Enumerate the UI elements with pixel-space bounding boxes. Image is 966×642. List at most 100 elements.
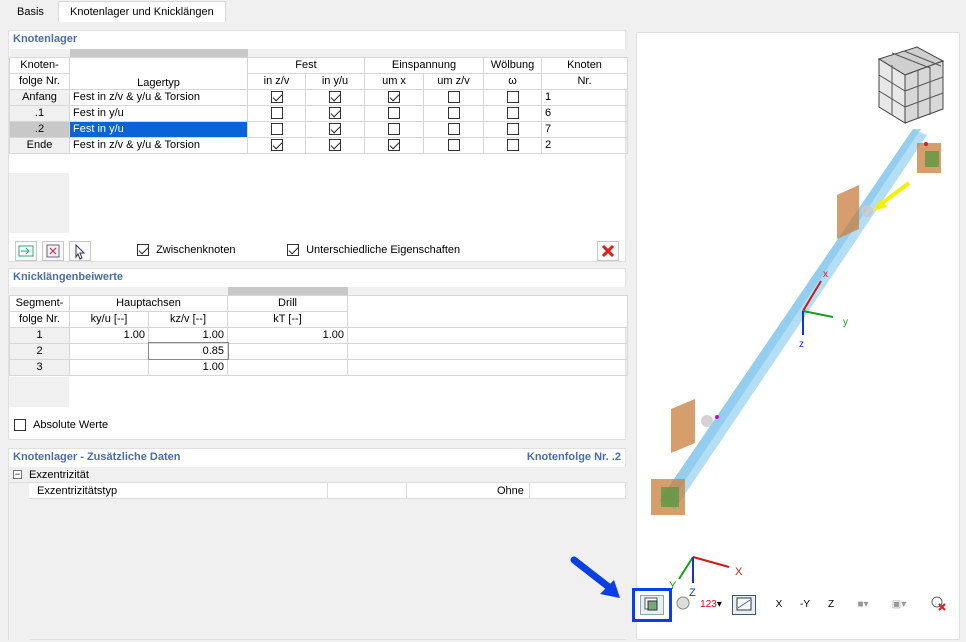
kz-cell[interactable]: 0.85	[147, 342, 229, 360]
ky-cell[interactable]	[69, 342, 149, 360]
ex-cell[interactable]	[364, 88, 424, 106]
zwischenknoten-label: Zwischenknoten	[156, 244, 236, 256]
3d-viewer[interactable]: x y z X Y Z	[636, 32, 960, 640]
header-einspannung: Einspannung	[364, 56, 484, 74]
lagertyp-cell[interactable]: Fest in y/u	[69, 120, 248, 138]
w-cell[interactable]	[483, 136, 542, 154]
ky-cell[interactable]	[69, 358, 149, 376]
ex-checkbox[interactable]	[388, 123, 400, 136]
reset-view-button[interactable]	[928, 595, 950, 615]
w-cell[interactable]	[483, 88, 542, 106]
kt-cell[interactable]: 1.00	[227, 326, 348, 344]
pick-node-button[interactable]	[69, 241, 91, 261]
knotenlager-row[interactable]: Anfang Fest in z/v & y/u & Torsion 1	[9, 88, 628, 106]
w-cell[interactable]	[483, 120, 542, 138]
w-cell[interactable]	[483, 104, 542, 122]
display-options-button[interactable]	[640, 595, 664, 615]
ex-checkbox[interactable]	[388, 139, 400, 152]
w-checkbox[interactable]	[506, 91, 519, 104]
lagertyp-cell[interactable]: Fest in z/v & y/u & Torsion	[69, 136, 248, 154]
ez-checkbox[interactable]	[447, 91, 460, 104]
fz-cell[interactable]	[247, 104, 306, 122]
kt-cell[interactable]	[227, 342, 348, 360]
view-z-button[interactable]: Z	[820, 595, 842, 615]
fy-checkbox[interactable]	[329, 91, 341, 104]
w-checkbox[interactable]	[506, 139, 519, 152]
fy-checkbox[interactable]	[329, 107, 341, 120]
knotenlager-row[interactable]: .1 Fest in y/u 6	[9, 104, 628, 122]
view-y-button[interactable]: -Y	[794, 595, 816, 615]
knoten-nr-cell[interactable]: 1	[541, 88, 628, 106]
fz-checkbox[interactable]	[270, 91, 283, 104]
header-woelb: ω	[483, 72, 542, 90]
fz-checkbox[interactable]	[270, 107, 283, 120]
fy-cell[interactable]	[305, 104, 365, 122]
tab-knotenlager[interactable]: Knotenlager und Knicklängen	[58, 1, 226, 23]
absolute-werte-checkbox[interactable]: Absolute Werte	[14, 419, 108, 432]
fy-checkbox[interactable]	[329, 123, 341, 136]
numbering-button[interactable]: 123▾	[696, 595, 726, 615]
ez-cell[interactable]	[423, 120, 484, 138]
numbering-label: 123	[700, 599, 717, 610]
delete-all-button[interactable]	[597, 241, 619, 261]
exzentrizitaetstyp-value[interactable]: Ohne	[497, 485, 524, 497]
fz-checkbox[interactable]	[270, 123, 283, 136]
knick-row[interactable]: 2 0.85	[9, 342, 628, 360]
knick-row[interactable]: 1 1.00 1.00 1.00	[9, 326, 628, 344]
ex-cell[interactable]	[364, 104, 424, 122]
knotenlager-row[interactable]: Ende Fest in z/v & y/u & Torsion 2	[9, 136, 628, 154]
exzentrizitaet-group[interactable]: − Exzentrizität	[9, 467, 627, 483]
header-knoten: Knoten	[541, 56, 628, 74]
ez-cell[interactable]	[423, 104, 484, 122]
fy-cell[interactable]	[305, 136, 365, 154]
knoten-nr-cell[interactable]: 6	[541, 104, 628, 122]
knotenlager-row[interactable]: .2 Fest in y/u 7	[9, 120, 628, 138]
ez-checkbox[interactable]	[447, 139, 460, 152]
fy-cell[interactable]	[305, 120, 365, 138]
kt-cell[interactable]	[227, 358, 348, 376]
zwischenknoten-check[interactable]	[137, 244, 149, 257]
ex-checkbox[interactable]	[388, 91, 400, 104]
fy-cell[interactable]	[305, 88, 365, 106]
collapse-icon[interactable]: −	[13, 470, 22, 479]
ex-checkbox[interactable]	[388, 107, 400, 120]
iso-view-button[interactable]: ■▾	[848, 595, 878, 615]
w-checkbox[interactable]	[506, 107, 519, 120]
knick-row[interactable]: 3 1.00	[9, 358, 628, 376]
insert-node-button[interactable]	[15, 241, 37, 261]
lagertyp-cell[interactable]: Fest in y/u	[69, 104, 248, 122]
knoten-nr-cell[interactable]: 2	[541, 136, 628, 154]
model-view[interactable]: x y z X Y Z	[637, 33, 959, 639]
kz-cell[interactable]: 1.00	[148, 358, 228, 376]
fy-checkbox[interactable]	[329, 139, 341, 152]
ex-cell[interactable]	[364, 120, 424, 138]
ez-cell[interactable]	[423, 136, 484, 154]
view-cube-icon[interactable]	[877, 46, 945, 124]
fz-cell[interactable]	[247, 136, 306, 154]
delete-node-button[interactable]	[42, 241, 64, 261]
content-area: Knotenlager Knoten- Lagertyp Fest Einspa…	[0, 22, 966, 641]
w-checkbox[interactable]	[506, 123, 519, 136]
view-toggle-button[interactable]	[732, 595, 756, 615]
fz-cell[interactable]	[247, 88, 306, 106]
unterschiedliche-checkbox[interactable]: Unterschiedliche Eigenschaften	[287, 244, 460, 257]
fz-checkbox[interactable]	[270, 139, 283, 152]
ez-cell[interactable]	[423, 88, 484, 106]
view-x-button[interactable]: X	[768, 595, 790, 615]
ex-cell[interactable]	[364, 136, 424, 154]
absolute-werte-check[interactable]	[14, 419, 26, 432]
ez-checkbox[interactable]	[447, 123, 460, 136]
ez-checkbox[interactable]	[447, 107, 460, 120]
info-button[interactable]	[674, 595, 692, 615]
tab-basis[interactable]: Basis	[6, 2, 55, 22]
zwischenknoten-checkbox[interactable]: Zwischenknoten	[137, 244, 236, 257]
ky-cell[interactable]: 1.00	[69, 326, 149, 344]
support-bottom-icon	[651, 479, 685, 515]
knoten-nr-cell[interactable]: 7	[541, 120, 628, 138]
lagertyp-cell[interactable]: Fest in z/v & y/u & Torsion	[69, 88, 248, 106]
render-mode-button[interactable]: ▣▾	[884, 595, 914, 615]
kz-cell[interactable]: 1.00	[148, 326, 228, 344]
unterschiedliche-check[interactable]	[287, 244, 299, 257]
fz-cell[interactable]	[247, 120, 306, 138]
exzentrizitaetstyp-row[interactable]: Exzentrizitätstyp Ohne	[9, 483, 627, 641]
